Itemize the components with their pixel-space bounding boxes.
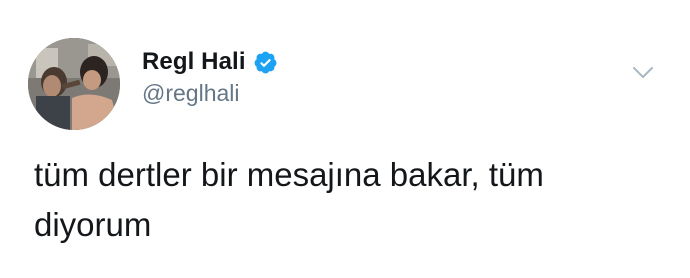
verified-badge-icon: [253, 50, 278, 75]
author-handle[interactable]: @reglhali: [142, 80, 240, 107]
tweet-text-line: tüm dertler bir mesajına bakar, tüm: [34, 156, 544, 193]
tweet-text-line: diyorum: [34, 206, 152, 243]
profile-photo-icon: [28, 38, 120, 130]
author-display-name[interactable]: Regl Hali: [142, 48, 246, 76]
tweet-text: tüm dertler bir mesajına bakar, tüm diyo…: [34, 150, 654, 250]
author-name-row: Regl Hali: [142, 46, 278, 78]
tweet-card: Regl Hali @reglhali tüm dertler bir mesa…: [0, 0, 690, 278]
avatar[interactable]: [28, 38, 120, 130]
chevron-down-icon[interactable]: [632, 66, 654, 80]
